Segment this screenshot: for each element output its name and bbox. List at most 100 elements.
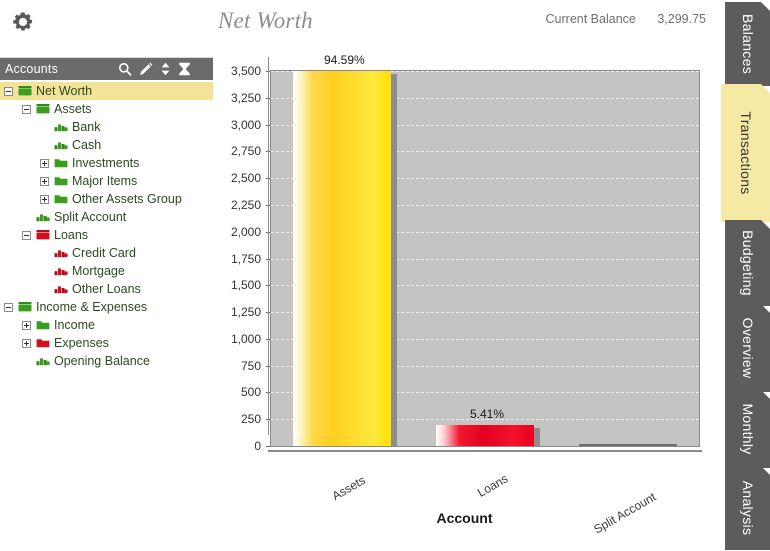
y-axis-tick-label: 2,750 bbox=[230, 144, 261, 159]
y-axis-tick-label: 2,250 bbox=[230, 197, 261, 212]
tree-item-cash[interactable]: Cash bbox=[0, 136, 213, 154]
y-axis-tick-label: 3,500 bbox=[230, 64, 261, 78]
tree-item-other-loans[interactable]: Other Loans bbox=[0, 280, 213, 298]
accounts-panel-header: Accounts bbox=[0, 58, 213, 80]
bar-loans[interactable] bbox=[436, 424, 540, 446]
tree-item-loans[interactable]: Loans bbox=[0, 226, 213, 244]
application-window: Net Worth Current Balance 3,299.75 Accou… bbox=[0, 0, 770, 551]
tree-item-major-items[interactable]: Major Items bbox=[0, 172, 213, 190]
tab-label: Transactions bbox=[737, 111, 754, 195]
tree-item-label: Investments bbox=[72, 155, 140, 170]
accounts-panel: Accounts Net Worth Assets Bank Cash Investme… bbox=[0, 57, 213, 551]
expand-plus-icon[interactable] bbox=[40, 194, 49, 204]
account-red-icon bbox=[54, 265, 68, 277]
tab-overview[interactable]: Overview bbox=[725, 304, 770, 392]
tree-item-opening-balance[interactable]: Opening Balance bbox=[0, 352, 213, 370]
folder-open-green-icon bbox=[18, 301, 32, 313]
tree-item-net-worth[interactable]: Net Worth bbox=[0, 82, 213, 100]
folder-open-red-icon bbox=[36, 229, 50, 241]
x-axis-line bbox=[268, 450, 702, 452]
tab-budgeting[interactable]: Budgeting bbox=[725, 220, 770, 306]
sort-updown-icon[interactable] bbox=[160, 62, 171, 76]
tree-item-other-assets-group[interactable]: Other Assets Group bbox=[0, 190, 213, 208]
account-green-icon bbox=[54, 139, 68, 151]
x-axis-tick-label: Assets bbox=[329, 473, 369, 504]
y-axis-tick-label: 1,500 bbox=[230, 278, 261, 293]
tree-item-label: Income & Expenses bbox=[36, 299, 148, 314]
folder-green-icon bbox=[54, 157, 68, 169]
current-balance-label: Current Balance bbox=[545, 12, 636, 26]
expand-plus-icon[interactable] bbox=[22, 320, 31, 330]
tree-item-label: Credit Card bbox=[72, 245, 136, 260]
folder-green-icon bbox=[36, 319, 50, 331]
side-tab-bar[interactable]: Balances Transactions Budgeting Overview Mon… bbox=[716, 0, 770, 551]
folder-red-icon bbox=[36, 337, 50, 349]
tab-label: Balances bbox=[739, 14, 756, 74]
tab-label: Analysis bbox=[739, 480, 756, 536]
y-axis-tick-label: 3,000 bbox=[230, 117, 261, 132]
tree-item-label: Other Loans bbox=[72, 281, 141, 296]
tree-item-label: Split Account bbox=[54, 209, 127, 224]
chart-panel: 0 250 500 750 1,000 1,250 1,500 1,750 2,000 2,250… bbox=[213, 53, 716, 551]
tree-item-assets[interactable]: Assets bbox=[0, 100, 213, 118]
y-axis-line bbox=[268, 57, 269, 435]
accounts-tree[interactable]: Net Worth Assets Bank Cash Investments Major … bbox=[0, 80, 213, 370]
y-axis-tick-label: 2,000 bbox=[230, 224, 261, 239]
edit-pencil-icon[interactable] bbox=[139, 62, 153, 76]
y-axis-tick-label: 250 bbox=[240, 412, 261, 427]
top-bar: Net Worth Current Balance 3,299.75 bbox=[0, 0, 716, 57]
bar-fill bbox=[578, 444, 677, 446]
collapse-minus-icon[interactable] bbox=[22, 230, 31, 240]
tree-item-split-account[interactable]: Split Account bbox=[0, 208, 213, 226]
y-axis-tick-label: 1,000 bbox=[230, 331, 261, 346]
account-red-icon bbox=[54, 247, 68, 259]
tree-item-income[interactable]: Income bbox=[0, 316, 213, 334]
filter-hourglass-icon[interactable] bbox=[178, 62, 191, 76]
tab-monthly[interactable]: Monthly bbox=[725, 390, 770, 468]
tree-item-income-expenses[interactable]: Income & Expenses bbox=[0, 298, 213, 316]
y-axis-tick-label: 750 bbox=[240, 358, 261, 373]
accounts-panel-title: Accounts bbox=[5, 62, 59, 76]
accounts-toolbar bbox=[118, 62, 207, 76]
y-axis-tick-label: 500 bbox=[240, 385, 261, 400]
expand-plus-icon[interactable] bbox=[40, 158, 49, 168]
search-icon[interactable] bbox=[118, 62, 132, 76]
tree-item-label: Opening Balance bbox=[54, 353, 150, 368]
tree-item-label: Bank bbox=[72, 119, 101, 134]
expand-plus-icon[interactable] bbox=[40, 176, 49, 186]
bar-assets[interactable] bbox=[293, 71, 398, 446]
y-axis-tick-label: 3,250 bbox=[230, 90, 261, 105]
account-green-icon bbox=[54, 121, 68, 133]
tab-label: Budgeting bbox=[739, 230, 756, 296]
collapse-minus-icon[interactable] bbox=[22, 104, 31, 114]
collapse-minus-icon[interactable] bbox=[4, 86, 13, 96]
collapse-minus-icon[interactable] bbox=[4, 302, 13, 312]
bar-fill bbox=[293, 71, 392, 446]
settings-gear-button[interactable] bbox=[9, 8, 37, 36]
plot-area: 94.59% 5.41% bbox=[270, 53, 700, 447]
tree-item-expenses[interactable]: Expenses bbox=[0, 334, 213, 352]
tab-analysis[interactable]: Analysis bbox=[725, 466, 770, 550]
tab-label: Monthly bbox=[739, 403, 756, 455]
current-balance-value: 3,299.75 bbox=[657, 12, 706, 26]
tree-item-mortgage[interactable]: Mortgage bbox=[0, 262, 213, 280]
bar-value-label: 94.59% bbox=[323, 53, 365, 67]
tree-item-credit-card[interactable]: Credit Card bbox=[0, 244, 213, 262]
tree-item-label: Other Assets Group bbox=[72, 191, 182, 206]
bar-split-account[interactable] bbox=[578, 444, 677, 446]
y-axis-tick-label: 2,500 bbox=[230, 171, 261, 186]
tree-item-bank[interactable]: Bank bbox=[0, 118, 213, 136]
tab-label: Overview bbox=[739, 317, 756, 379]
y-axis: 0 250 500 750 1,000 1,250 1,500 1,750 2,000 2,250… bbox=[213, 64, 270, 453]
expand-plus-icon[interactable] bbox=[22, 338, 31, 348]
folder-open-green-icon bbox=[36, 103, 50, 115]
tree-item-label: Income bbox=[54, 317, 95, 332]
tree-item-label: Net Worth bbox=[36, 83, 93, 98]
tab-balances[interactable]: Balances bbox=[725, 2, 770, 86]
account-green-icon bbox=[36, 211, 50, 223]
tab-transactions[interactable]: Transactions bbox=[721, 84, 770, 222]
y-axis-tick-label: 1,750 bbox=[230, 251, 261, 266]
tree-item-investments[interactable]: Investments bbox=[0, 154, 213, 172]
bar-shadow bbox=[534, 427, 540, 446]
tree-item-label: Major Items bbox=[72, 173, 138, 188]
